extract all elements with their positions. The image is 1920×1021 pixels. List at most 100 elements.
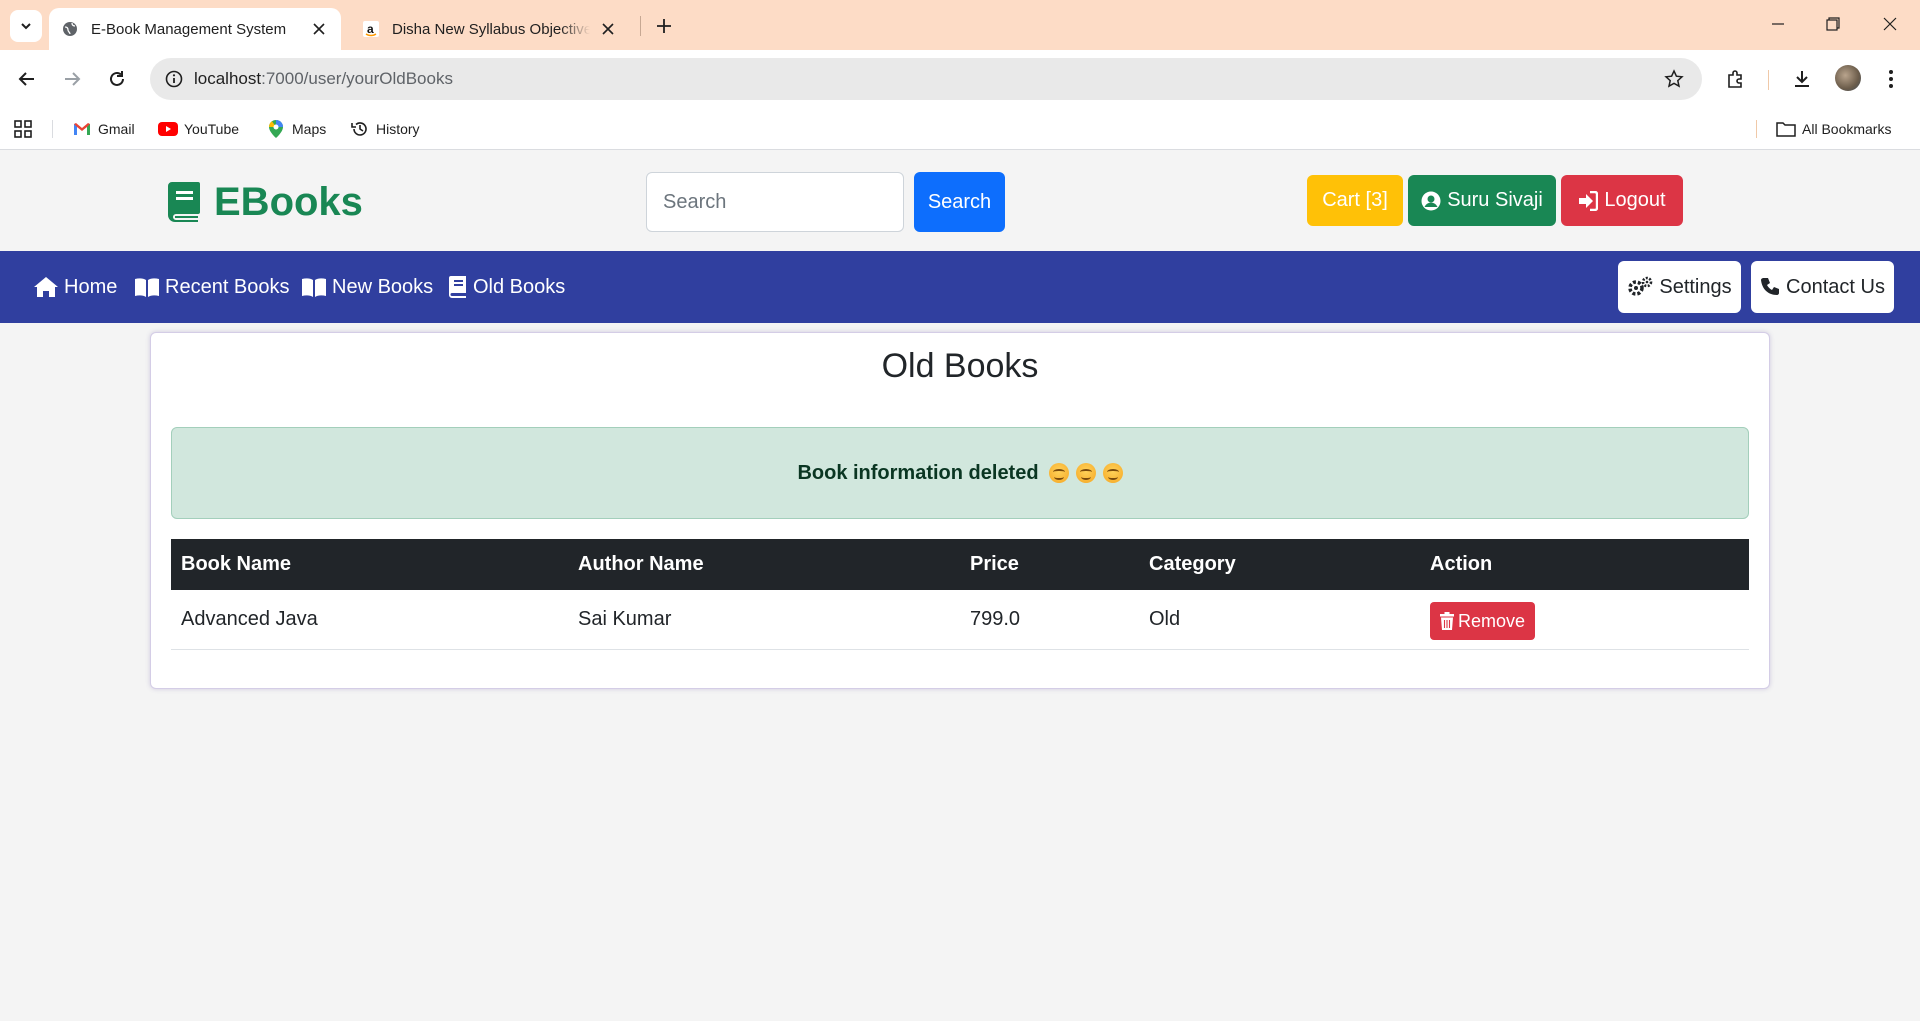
folder-icon xyxy=(1776,119,1796,139)
browser-tab-strip: E-Book Management System a Disha New Syl… xyxy=(0,0,1920,50)
smiling-face-icon xyxy=(1048,463,1069,483)
tab-title: Disha New Syllabus Objective NEET xyxy=(392,20,590,38)
close-icon xyxy=(1883,17,1897,31)
logout-button[interactable]: Logout xyxy=(1561,175,1683,226)
bookmark-star-icon[interactable] xyxy=(1654,58,1694,100)
nav-label: New Books xyxy=(332,275,434,298)
remove-label: Remove xyxy=(1458,610,1526,631)
bookmark-label: YouTube xyxy=(184,121,240,137)
forward-button[interactable] xyxy=(57,64,87,94)
nav-new-books[interactable]: New Books xyxy=(302,251,433,323)
nav-recent-books[interactable]: Recent Books xyxy=(135,251,290,323)
amazon-icon: a xyxy=(362,20,380,38)
all-bookmarks-button[interactable]: All Bookmarks xyxy=(1776,108,1891,150)
download-icon[interactable] xyxy=(1787,64,1817,94)
bookmark-label: Maps xyxy=(292,121,327,137)
reload-button[interactable] xyxy=(102,64,132,94)
more-menu-icon[interactable] xyxy=(1876,64,1906,94)
all-bookmarks-label: All Bookmarks xyxy=(1802,121,1892,137)
history-icon xyxy=(350,119,370,139)
phone-icon xyxy=(1760,277,1780,297)
apps-icon[interactable] xyxy=(14,108,32,150)
page-title: Old Books xyxy=(881,347,1039,385)
restore-button[interactable] xyxy=(1813,8,1853,40)
user-profile-button[interactable]: Suru Sivaji xyxy=(1408,175,1556,226)
book-icon xyxy=(449,276,467,298)
browser-toolbar: localhost:7000/user/yourOldBooks xyxy=(0,50,1920,108)
cart-label: Cart [3] xyxy=(1322,189,1388,211)
address-bar[interactable]: localhost:7000/user/yourOldBooks xyxy=(150,58,1702,100)
plus-icon xyxy=(657,19,671,33)
nav-home[interactable]: Home xyxy=(34,251,117,323)
remove-button[interactable]: Remove xyxy=(1430,602,1536,641)
bookmark-divider xyxy=(1756,120,1757,138)
url-host: localhost xyxy=(194,69,262,88)
column-header: Price xyxy=(970,553,1019,575)
nav-label: Old Books xyxy=(473,275,566,298)
book-icon xyxy=(168,182,200,222)
bookmark-gmail[interactable]: Gmail xyxy=(72,108,135,150)
profile-avatar[interactable] xyxy=(1835,65,1861,91)
home-icon xyxy=(34,277,58,297)
nav-label: Home xyxy=(64,275,118,298)
back-button[interactable] xyxy=(12,64,42,94)
tab-divider xyxy=(640,16,641,36)
old-books-card: Old Books Book information deleted Book … xyxy=(150,332,1770,689)
nav-old-books[interactable]: Old Books xyxy=(449,251,565,323)
maps-icon xyxy=(266,119,286,139)
bookmark-history[interactable]: History xyxy=(350,108,420,150)
trash-icon xyxy=(1440,612,1454,631)
bookmark-youtube[interactable]: YouTube xyxy=(158,108,239,150)
youtube-icon xyxy=(158,119,178,139)
book-name-cell: Advanced Java xyxy=(181,607,318,630)
minimize-button[interactable] xyxy=(1758,8,1798,40)
table-header-row: Book Name Author Name Price Category Act… xyxy=(171,539,1749,590)
extensions-icon[interactable] xyxy=(1721,64,1751,94)
ebooks-logo[interactable]: EBooks xyxy=(168,179,363,225)
new-tab-button[interactable] xyxy=(650,12,678,40)
close-icon[interactable] xyxy=(309,19,329,39)
contact-label: Contact Us xyxy=(1786,275,1885,298)
tab-search-button[interactable] xyxy=(10,10,42,42)
price-cell: 799.0 xyxy=(970,607,1021,630)
main-navbar: Home Recent Books New Books Old Books Se… xyxy=(0,251,1920,323)
nav-label: Recent Books xyxy=(165,275,290,298)
contact-us-button[interactable]: Contact Us xyxy=(1751,261,1894,313)
app-header: EBooks Search Cart [3] Suru Sivaji Logou… xyxy=(0,151,1920,251)
sign-in-icon xyxy=(1578,190,1599,211)
arrow-right-icon xyxy=(65,72,81,86)
minimize-icon xyxy=(1772,23,1784,25)
url-path: :7000/user/yourOldBooks xyxy=(261,69,453,88)
tab-ebook-management[interactable]: E-Book Management System xyxy=(49,8,341,50)
chevron-down-icon xyxy=(21,23,31,30)
logo-text: EBooks xyxy=(214,179,363,224)
books-table: Book Name Author Name Price Category Act… xyxy=(171,539,1749,650)
svg-text:a: a xyxy=(367,22,374,36)
category-cell: Old xyxy=(1149,607,1181,630)
table-row: Advanced Java Sai Kumar 799.0 Old Remove xyxy=(171,590,1749,649)
column-header: Category xyxy=(1149,553,1236,575)
url-text: localhost:7000/user/yourOldBooks xyxy=(194,69,1654,89)
arrow-left-icon xyxy=(18,72,34,86)
restore-icon xyxy=(1826,17,1840,31)
close-window-button[interactable] xyxy=(1870,8,1910,40)
reload-icon xyxy=(110,71,124,86)
bookmark-label: History xyxy=(376,121,420,137)
search-input[interactable] xyxy=(646,172,904,232)
bookmark-maps[interactable]: Maps xyxy=(266,108,326,150)
success-alert: Book information deleted xyxy=(171,427,1749,519)
smiling-face-icon xyxy=(1075,463,1096,483)
action-cell: Remove xyxy=(1420,590,1749,649)
search-button[interactable]: Search xyxy=(914,172,1005,232)
settings-button[interactable]: Settings xyxy=(1618,261,1741,313)
close-icon[interactable] xyxy=(598,19,618,39)
user-name: Suru Sivaji xyxy=(1447,189,1543,211)
column-header: Author Name xyxy=(578,553,704,575)
book-open-icon xyxy=(302,277,326,297)
book-open-icon xyxy=(135,277,159,297)
cart-button[interactable]: Cart [3] xyxy=(1307,175,1403,226)
column-header: Action xyxy=(1430,553,1493,575)
tab-disha-syllabus[interactable]: a Disha New Syllabus Objective NEET xyxy=(350,8,630,50)
site-info-icon[interactable] xyxy=(154,58,194,100)
column-header: Book Name xyxy=(181,553,292,575)
